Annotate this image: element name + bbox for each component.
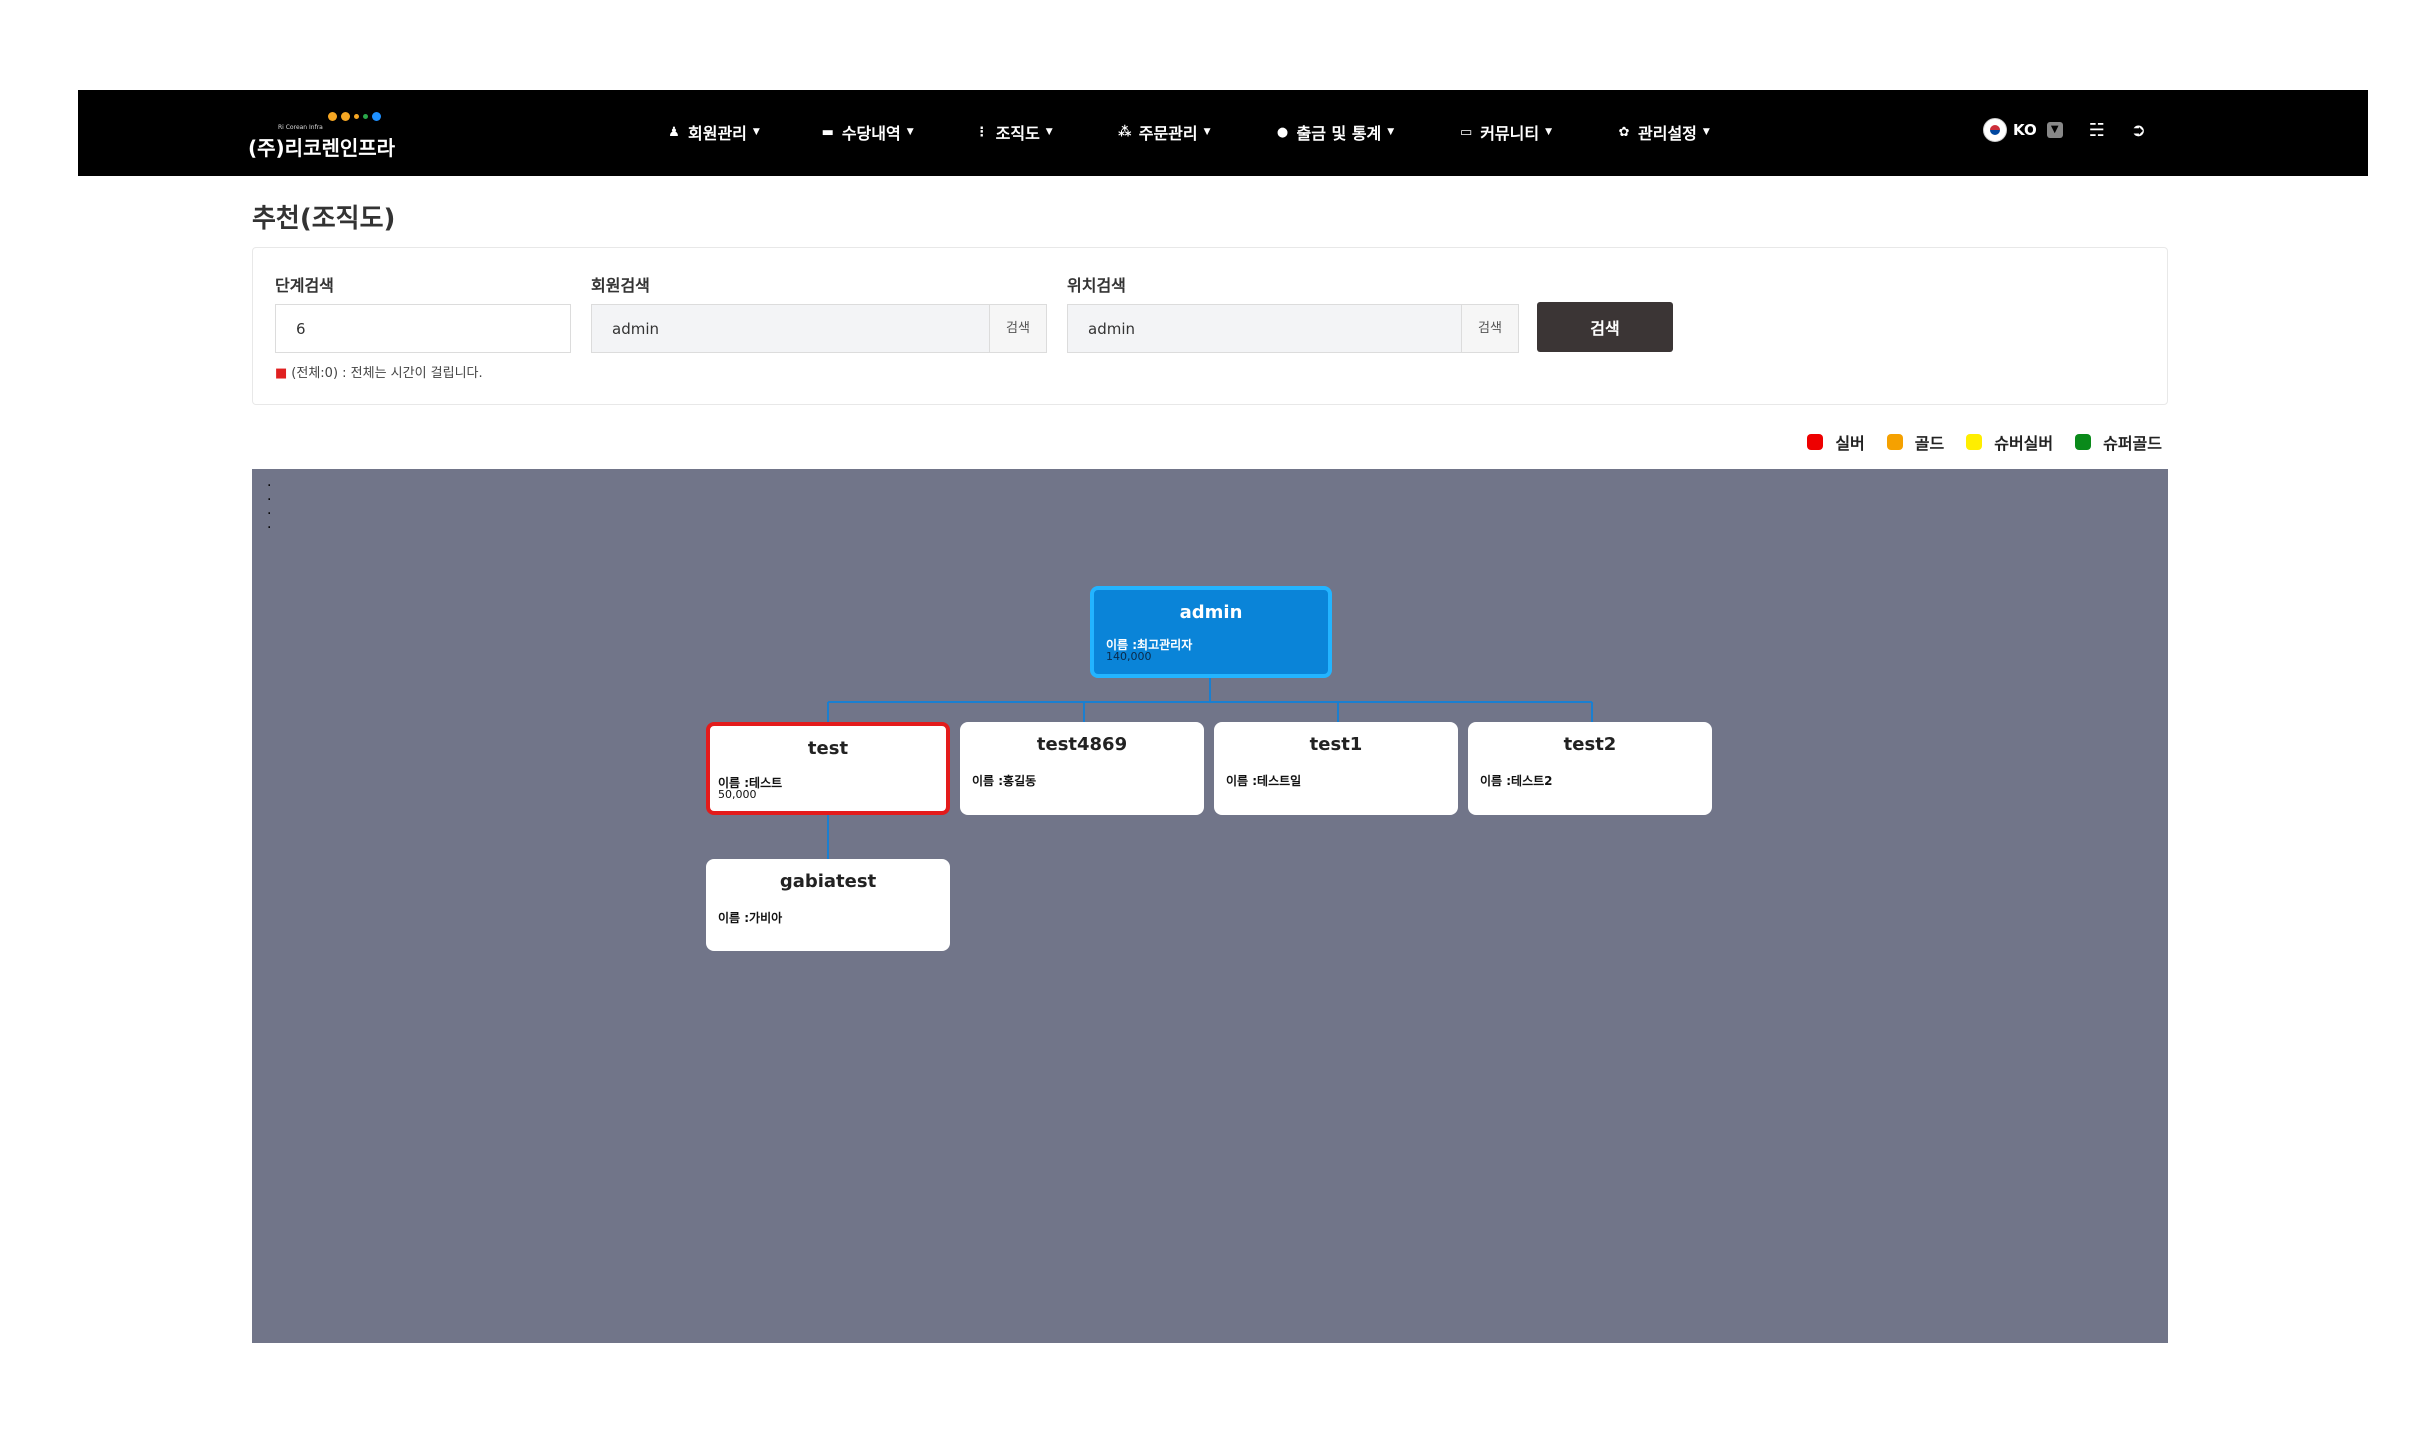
legend-silver: 실버	[1807, 430, 1865, 454]
legend-super-silver: 슈버실버	[1966, 430, 2053, 454]
org-node-child[interactable]: test 이름 :테스트 50,000	[706, 722, 950, 815]
menu-label: 조직도	[995, 124, 1040, 143]
legend-label: 슈버실버	[1994, 434, 2054, 453]
menu-org-chart[interactable]: ⋮ 조직도 ▼	[974, 120, 1053, 144]
logout-icon[interactable]: ➲	[2131, 120, 2146, 141]
logo-tagline: Ri Corean Infra	[278, 124, 323, 131]
position-search-button[interactable]: 검색	[1461, 305, 1518, 352]
search-panel: 단계검색 회원검색 검색 위치검색 검색 검색 ■(전체:0) : 전체는 시간…	[252, 247, 2168, 405]
legend-gold: 골드	[1886, 430, 1945, 454]
logo-dots	[328, 112, 381, 121]
node-name: 이름 :테스트2	[1480, 774, 1553, 788]
node-id: test1	[1309, 734, 1363, 755]
member-search-field: 검색	[591, 304, 1047, 353]
menu-community[interactable]: ▭ 커뮤니티 ▼	[1458, 120, 1552, 144]
main-menu: ♟ 회원관리 ▼ ▬ 수당내역 ▼ ⋮ 조직도 ▼ ⁂ 주문관리 ▼ ● 출금 …	[666, 120, 1710, 144]
org-node-root[interactable]: admin 이름 :최고관리자 140,000	[1090, 586, 1332, 678]
menu-withdraw-stats[interactable]: ● 출금 및 통계 ▼	[1275, 120, 1395, 144]
menu-orders[interactable]: ⁂ 주문관리 ▼	[1117, 120, 1211, 144]
legend-swatch	[2075, 434, 2092, 450]
rank-legend: 실버 골드 슈버실버 슈퍼골드	[1785, 430, 2162, 454]
menu-label: 커뮤니티	[1480, 124, 1540, 143]
org-node-grandchild[interactable]: gabiatest 이름 :가비아	[706, 859, 950, 951]
language-dropdown-icon[interactable]: ▼	[2046, 122, 2063, 138]
caret-down-icon: ▼	[1045, 127, 1053, 137]
menu-label: 관리설정	[1638, 124, 1697, 143]
legend-label: 실버	[1835, 434, 1865, 453]
page-title: 추천(조직도)	[252, 204, 396, 234]
level-search-input[interactable]	[276, 305, 570, 352]
caret-down-icon: ▼	[1702, 127, 1710, 137]
menu-label: 수당내역	[841, 124, 901, 143]
submit-search-button[interactable]: 검색	[1537, 302, 1673, 352]
logo-text: (주)리코렌인프라	[248, 136, 396, 160]
org-node-child[interactable]: test2 이름 :테스트2	[1468, 722, 1712, 815]
company-logo[interactable]: Ri Corean Infra (주)리코렌인프라	[248, 112, 408, 160]
caret-down-icon: ▼	[1203, 127, 1211, 137]
legend-swatch	[1966, 434, 1983, 450]
org-chart-canvas[interactable]: · · · · admin 이름 :최고관리자 140,000 test 이름 :테스…	[252, 469, 2168, 1343]
caret-down-icon: ▼	[1545, 127, 1553, 137]
note-bullet-icon: ■	[275, 366, 288, 381]
org-node-child[interactable]: test1 이름 :테스트일	[1214, 722, 1458, 815]
position-search-input[interactable]	[1068, 305, 1462, 352]
note-text: (전체:0) : 전체는 시간이 걸립니다.	[291, 366, 483, 381]
node-name: 이름 :홍길동	[972, 774, 1037, 788]
org-chart-icon: ⋮	[975, 124, 989, 140]
user-icon: ♟	[668, 124, 680, 140]
member-search-input[interactable]	[592, 305, 990, 352]
node-id: gabiatest	[779, 871, 877, 892]
node-points: 140,000	[1106, 650, 1152, 663]
caret-down-icon: ▼	[906, 127, 914, 137]
position-search-label: 위치검색	[1067, 276, 1126, 295]
card-icon: ▬	[821, 124, 834, 140]
legend-swatch	[1807, 434, 1824, 450]
top-navbar: Ri Corean Infra (주)리코렌인프라 ♟ 회원관리 ▼ ▬ 수당내…	[78, 90, 2368, 176]
cubes-icon: ⁂	[1118, 124, 1132, 140]
gear-icon: ✿	[1618, 124, 1630, 140]
menu-label: 회원관리	[688, 124, 747, 143]
menu-admin-settings[interactable]: ✿ 관리설정 ▼	[1616, 120, 1710, 144]
caret-down-icon: ▼	[752, 127, 760, 137]
node-name: 이름 :가비아	[718, 911, 783, 925]
monitor-icon: ▭	[1460, 124, 1473, 140]
node-name: 이름 :테스트일	[1226, 774, 1302, 788]
org-node-child[interactable]: test4869 이름 :홍길동	[960, 722, 1204, 815]
basket-icon[interactable]: ☵	[2089, 120, 2105, 141]
caret-down-icon: ▼	[1387, 127, 1395, 137]
menu-label: 출금 및 통계	[1296, 124, 1382, 143]
level-search-field	[275, 304, 571, 353]
position-search-field: 검색	[1067, 304, 1519, 353]
korea-flag-icon	[1983, 118, 2007, 142]
node-points: 50,000	[718, 788, 757, 801]
language-label[interactable]: KO	[2013, 121, 2037, 139]
menu-label: 주문관리	[1138, 124, 1198, 143]
menu-member[interactable]: ♟ 회원관리 ▼	[666, 120, 760, 144]
node-id: admin	[1179, 602, 1243, 623]
coin-icon: ●	[1276, 124, 1289, 140]
member-search-button[interactable]: 검색	[989, 305, 1046, 352]
legend-label: 골드	[1914, 434, 1945, 453]
node-id: test2	[1563, 734, 1617, 755]
node-id: test4869	[1036, 734, 1128, 755]
legend-swatch	[1886, 434, 1903, 450]
legend-super-gold: 슈퍼골드	[2075, 430, 2162, 454]
nav-utilities: KO ▼ ☵ ➲	[1983, 118, 2146, 142]
member-search-label: 회원검색	[591, 276, 650, 295]
level-search-label: 단계검색	[275, 276, 334, 295]
legend-label: 슈퍼골드	[2103, 434, 2162, 453]
menu-allowance[interactable]: ▬ 수당내역 ▼	[820, 120, 914, 144]
search-note: ■ (전체:0) : 전체는 시간이 걸립니다.	[275, 362, 483, 381]
node-id: test	[807, 738, 849, 759]
